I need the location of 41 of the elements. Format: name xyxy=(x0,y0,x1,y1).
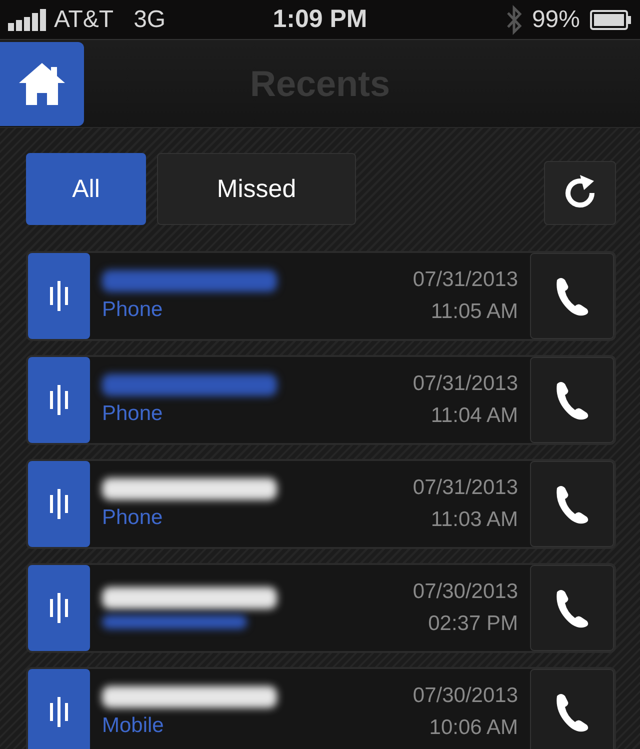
call-date: 07/31/2013 xyxy=(412,268,518,292)
call-row[interactable]: 07/30/2013 02:37 PM xyxy=(26,563,616,653)
call-type: Phone xyxy=(102,402,164,426)
call-time: 11:03 AM xyxy=(430,508,518,532)
clock: 1:09 PM xyxy=(272,5,368,33)
call-date: 07/31/2013 xyxy=(412,372,518,396)
carrier-label: AT&T xyxy=(54,6,114,34)
filter-tab[interactable]: All xyxy=(26,153,146,225)
call-button[interactable] xyxy=(530,253,614,339)
signal-icon xyxy=(8,8,46,30)
call-time: 11:05 AM xyxy=(430,300,518,324)
call-date: 07/30/2013 xyxy=(412,580,518,604)
call-time: 02:37 PM xyxy=(428,612,518,636)
call-date: 07/31/2013 xyxy=(412,476,518,500)
home-icon xyxy=(19,62,65,104)
call-row[interactable]: Phone 07/31/2013 11:05 AM xyxy=(26,251,616,341)
bars-icon xyxy=(49,489,69,519)
bluetooth-icon xyxy=(506,4,522,34)
filter-tab[interactable]: Missed xyxy=(157,153,356,225)
bars-icon xyxy=(49,385,69,415)
home-button[interactable] xyxy=(0,42,84,126)
battery-icon xyxy=(590,10,632,30)
call-date: 07/30/2013 xyxy=(412,684,518,708)
bars-icon xyxy=(49,593,69,623)
call-button[interactable] xyxy=(530,461,614,547)
call-button[interactable] xyxy=(530,669,614,749)
call-type: Phone xyxy=(102,298,164,322)
call-button[interactable] xyxy=(530,357,614,443)
call-time: 11:04 AM xyxy=(430,404,518,428)
call-row[interactable]: Mobile 07/30/2013 10:06 AM xyxy=(26,667,616,749)
call-button[interactable] xyxy=(530,565,614,651)
bars-icon xyxy=(49,697,69,727)
call-row[interactable]: Phone 07/31/2013 11:04 AM xyxy=(26,355,616,445)
call-time: 10:06 AM xyxy=(429,716,518,740)
battery-percent: 99% xyxy=(532,6,580,34)
call-row[interactable]: Phone 07/31/2013 11:03 AM xyxy=(26,459,616,549)
refresh-button[interactable] xyxy=(544,161,616,225)
call-type: Phone xyxy=(102,506,164,530)
bars-icon xyxy=(49,281,69,311)
network-label: 3G xyxy=(134,6,166,34)
call-type: Mobile xyxy=(102,714,165,738)
